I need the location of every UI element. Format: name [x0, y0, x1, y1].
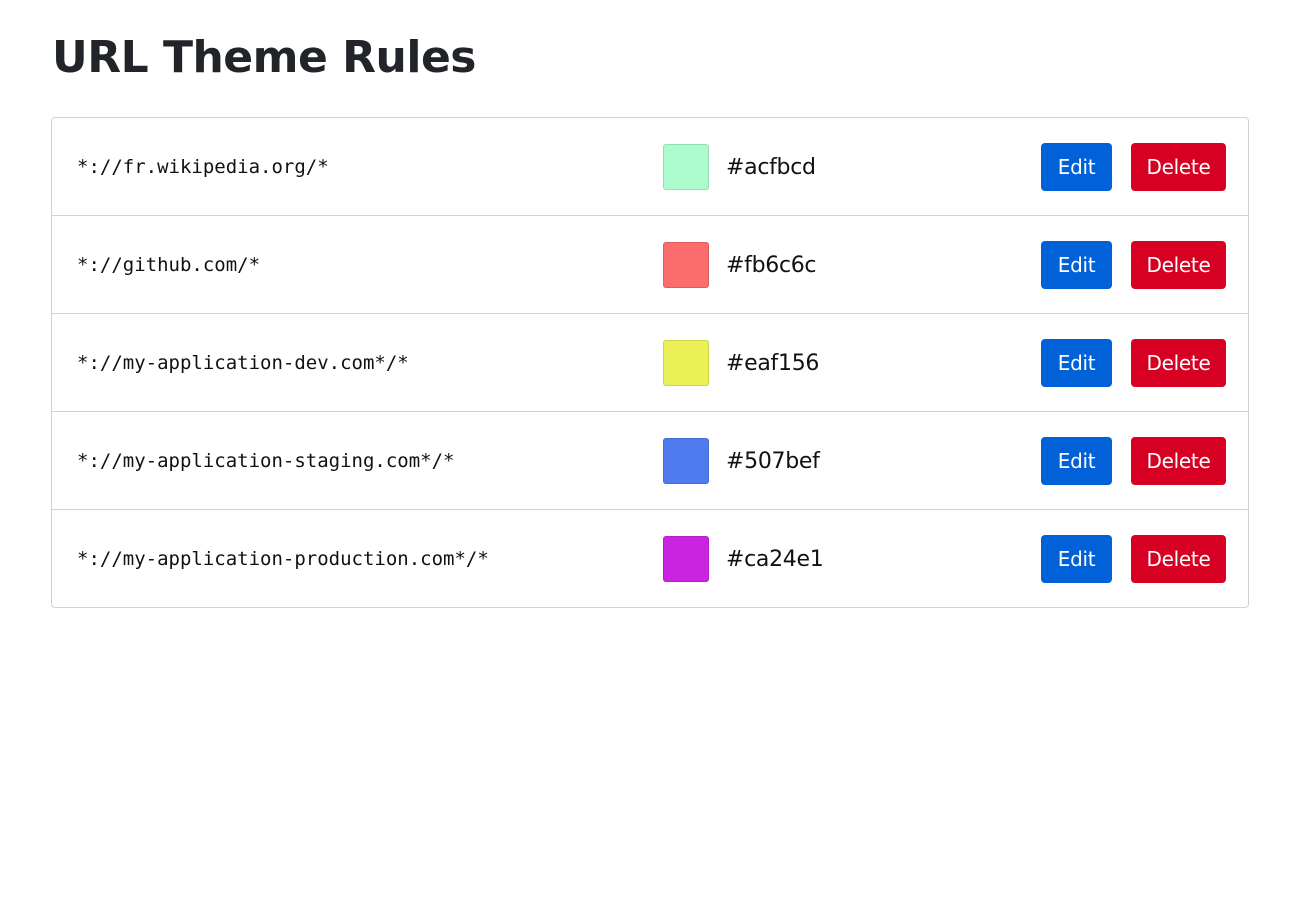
color-swatch: [663, 535, 709, 582]
rule-row: *://my-application-staging.com*/* #507be…: [52, 411, 1248, 509]
delete-button[interactable]: Delete: [1131, 142, 1226, 191]
delete-button[interactable]: Delete: [1131, 240, 1226, 289]
rule-url-pattern: *://fr.wikipedia.org/*: [77, 155, 329, 178]
color-hex-value: #fb6c6c: [726, 252, 817, 278]
delete-button[interactable]: Delete: [1131, 436, 1226, 485]
rule-url-pattern: *://my-application-dev.com*/*: [77, 351, 409, 374]
page-title: URL Theme Rules: [52, 32, 476, 83]
rule-url-pattern: *://github.com/*: [77, 253, 261, 276]
color-swatch: [663, 241, 709, 288]
edit-button[interactable]: Edit: [1041, 436, 1112, 485]
page: URL Theme Rules *://fr.wikipedia.org/* #…: [0, 0, 1303, 608]
rules-list: *://fr.wikipedia.org/* #acfbcd Edit Dele…: [51, 117, 1249, 608]
edit-button[interactable]: Edit: [1041, 534, 1112, 583]
edit-button[interactable]: Edit: [1041, 142, 1112, 191]
rule-url-pattern: *://my-application-staging.com*/*: [77, 449, 455, 472]
color-hex-value: #ca24e1: [726, 546, 824, 572]
color-swatch: [663, 437, 709, 484]
rule-url-pattern: *://my-application-production.com*/*: [77, 547, 489, 570]
rule-row: *://github.com/* #fb6c6c Edit Delete: [52, 215, 1248, 313]
delete-button[interactable]: Delete: [1131, 534, 1226, 583]
rule-row: *://my-application-production.com*/* #ca…: [52, 509, 1248, 607]
edit-button[interactable]: Edit: [1041, 240, 1112, 289]
color-hex-value: #507bef: [726, 448, 820, 474]
delete-button[interactable]: Delete: [1131, 338, 1226, 387]
color-hex-value: #eaf156: [726, 350, 820, 376]
color-swatch: [663, 143, 709, 190]
rule-row: *://my-application-dev.com*/* #eaf156 Ed…: [52, 313, 1248, 411]
edit-button[interactable]: Edit: [1041, 338, 1112, 387]
rule-row: *://fr.wikipedia.org/* #acfbcd Edit Dele…: [52, 118, 1248, 215]
color-hex-value: #acfbcd: [726, 154, 816, 180]
color-swatch: [663, 339, 709, 386]
